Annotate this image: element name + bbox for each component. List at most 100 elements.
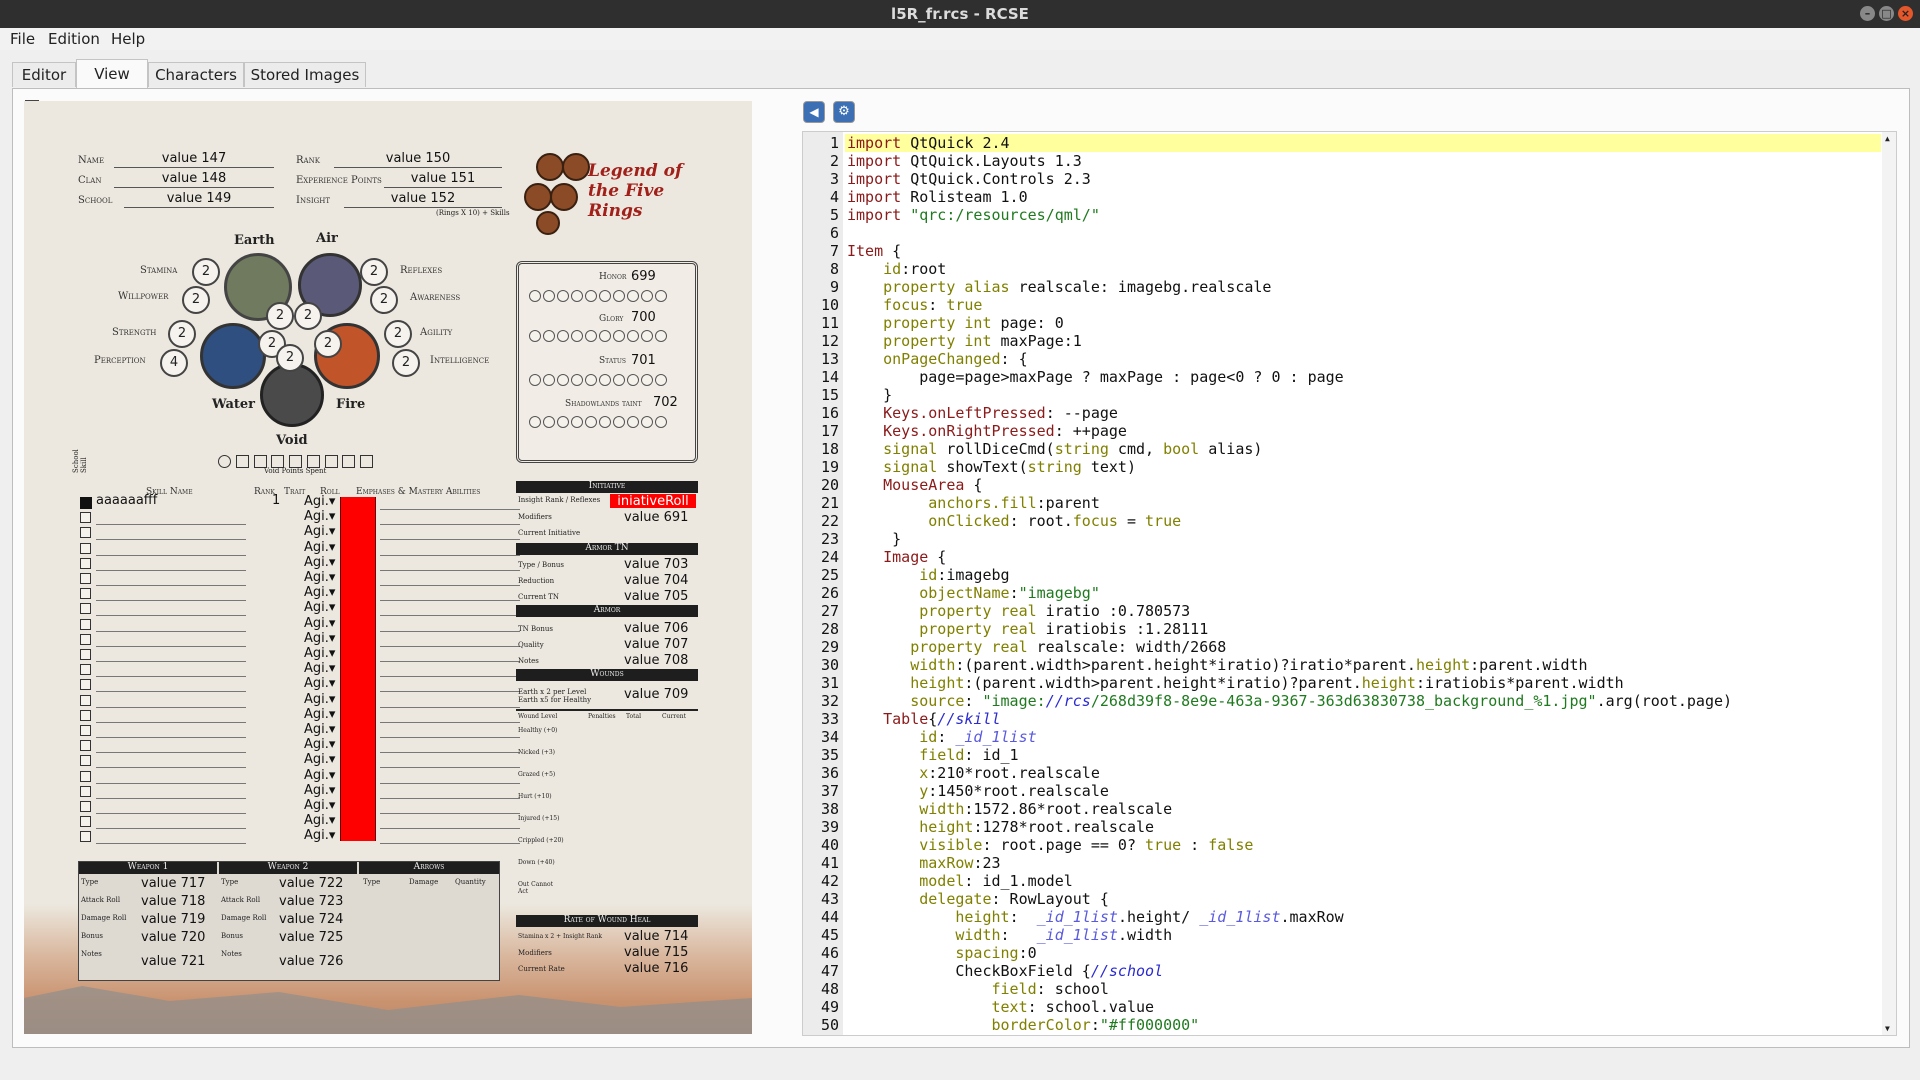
school-checkbox[interactable] [80, 542, 91, 554]
void-value[interactable]: 2 [276, 344, 304, 372]
skill-rank-cell[interactable]: 1 [272, 493, 280, 508]
earth-value[interactable]: 2 [266, 302, 294, 330]
skill-name-line[interactable] [96, 676, 246, 678]
status-value[interactable]: 701 [631, 353, 656, 368]
emphases-line[interactable] [380, 813, 520, 814]
school-checkbox[interactable] [80, 512, 91, 524]
trait-select[interactable]: Agi.▾ [304, 646, 335, 661]
emphases-line[interactable] [380, 691, 520, 693]
school-checkbox[interactable] [80, 694, 91, 706]
quality-value[interactable]: value 707 [624, 637, 688, 652]
agility-value[interactable]: 2 [384, 320, 412, 348]
skill-name-line[interactable] [96, 600, 246, 602]
school-checkbox[interactable] [80, 618, 91, 630]
trait-select[interactable]: Agi.▾ [304, 813, 335, 828]
code-line[interactable]: property real iratiobis :1.28111 [847, 620, 1208, 638]
school-checkbox[interactable] [80, 831, 91, 843]
tab-characters[interactable]: Characters [148, 62, 244, 87]
glory-dots[interactable] [529, 328, 669, 346]
init-modifiers-value[interactable]: value 691 [624, 510, 688, 525]
code-line[interactable]: maxRow:23 [847, 854, 1000, 872]
skill-name-line[interactable] [96, 569, 246, 571]
honor-dots[interactable] [529, 288, 669, 306]
emphases-line[interactable] [380, 524, 520, 526]
emphases-line[interactable] [380, 630, 520, 632]
emphases-line[interactable] [380, 843, 520, 845]
trait-select[interactable]: Agi.▾ [304, 768, 335, 783]
strength-value[interactable]: 2 [168, 320, 196, 348]
emphases-line[interactable] [380, 828, 520, 830]
glory-value[interactable]: 700 [631, 310, 656, 325]
back-button[interactable]: ◀ [803, 101, 825, 123]
code-line[interactable]: property int maxPage:1 [847, 332, 1082, 350]
code-line[interactable]: property real realscale: width/2668 [847, 638, 1226, 656]
code-line[interactable]: borderColor:"#ff000000" [847, 1016, 1200, 1034]
trait-select[interactable]: Agi.▾ [304, 585, 335, 600]
settings-button[interactable]: ⚙ [833, 101, 855, 123]
xp-field[interactable]: value 151 [384, 171, 502, 188]
school-checkbox[interactable] [80, 785, 91, 797]
code-line[interactable]: anchors.fill:parent [847, 494, 1100, 512]
trait-select[interactable]: Agi.▾ [304, 676, 335, 691]
emphases-line[interactable] [380, 509, 520, 510]
skill-name-cell[interactable]: aaaaaafff [96, 493, 157, 508]
code-line[interactable]: import QtQuick.Controls 2.3 [847, 170, 1091, 188]
code-line[interactable]: import QtQuick.Layouts 1.3 [847, 152, 1082, 170]
w2-notes-value[interactable]: value 726 [279, 954, 343, 969]
awareness-value[interactable]: 2 [370, 286, 398, 314]
school-checkbox[interactable] [80, 603, 91, 615]
skill-name-line[interactable] [96, 524, 246, 526]
school-checkbox[interactable] [80, 755, 91, 767]
trait-select[interactable]: Agi.▾ [304, 798, 335, 813]
honor-value[interactable]: 699 [631, 269, 656, 284]
heal-stamina-value[interactable]: value 714 [624, 929, 688, 944]
code-line[interactable]: text: school.value [847, 998, 1155, 1016]
w1-notes-value[interactable]: value 721 [141, 954, 205, 969]
emphases-line[interactable] [380, 615, 520, 617]
heal-current-value[interactable]: value 716 [624, 961, 688, 976]
trait-select[interactable]: Agi.▾ [304, 828, 335, 843]
code-line[interactable]: Keys.onLeftPressed: --page [847, 404, 1118, 422]
scroll-up-icon[interactable]: ▲ [1885, 134, 1890, 143]
intelligence-value[interactable]: 2 [392, 349, 420, 377]
code-line[interactable]: width:1572.86*root.realscale [847, 800, 1172, 818]
type-bonus-value[interactable]: value 703 [624, 557, 688, 572]
school-field[interactable]: value 149 [124, 191, 274, 208]
skill-name-line[interactable] [96, 661, 246, 662]
skill-name-line[interactable] [96, 737, 246, 738]
emphases-line[interactable] [380, 706, 520, 708]
trait-select[interactable]: Agi.▾ [304, 600, 335, 615]
code-line[interactable]: x:210*root.realscale [847, 764, 1100, 782]
trait-select[interactable]: Agi.▾ [304, 555, 335, 570]
school-checkbox[interactable] [80, 770, 91, 782]
skill-name-line[interactable] [96, 843, 246, 845]
trait-select[interactable]: Agi.▾ [304, 494, 335, 509]
w1-type-value[interactable]: value 717 [141, 876, 205, 891]
emphases-line[interactable] [380, 569, 520, 571]
code-line[interactable]: import "qrc:/resources/qml/" [847, 206, 1100, 224]
code-line[interactable]: MouseArea { [847, 476, 982, 494]
skill-name-line[interactable] [96, 797, 246, 799]
code-line[interactable]: property alias realscale: imagebg.realsc… [847, 278, 1271, 296]
code-line[interactable]: source: "image://rcs/268d39f8-8e9e-463a-… [847, 692, 1732, 710]
stamina-value[interactable]: 2 [192, 258, 220, 286]
reduction-value[interactable]: value 704 [624, 573, 688, 588]
code-line[interactable]: Item { [847, 242, 901, 260]
school-checkbox[interactable] [80, 573, 91, 584]
skill-name-line[interactable] [96, 645, 246, 647]
emphases-line[interactable] [380, 676, 520, 678]
code-line[interactable]: model: id_1.model [847, 872, 1073, 890]
school-checkbox[interactable] [80, 557, 91, 569]
w1-attack-value[interactable]: value 718 [141, 894, 205, 909]
air-value[interactable]: 2 [294, 302, 322, 330]
skill-name-line[interactable] [96, 691, 246, 693]
emphases-line[interactable] [380, 539, 520, 541]
w2-type-value[interactable]: value 722 [279, 876, 343, 891]
w2-damage-value[interactable]: value 724 [279, 912, 343, 927]
trait-select[interactable]: Agi.▾ [304, 631, 335, 646]
close-icon[interactable]: × [1898, 6, 1913, 21]
skill-name-line[interactable] [96, 630, 246, 632]
trait-select[interactable]: Agi.▾ [304, 570, 335, 585]
shadowlands-value[interactable]: 702 [653, 395, 678, 410]
skill-name-line[interactable] [96, 539, 246, 541]
